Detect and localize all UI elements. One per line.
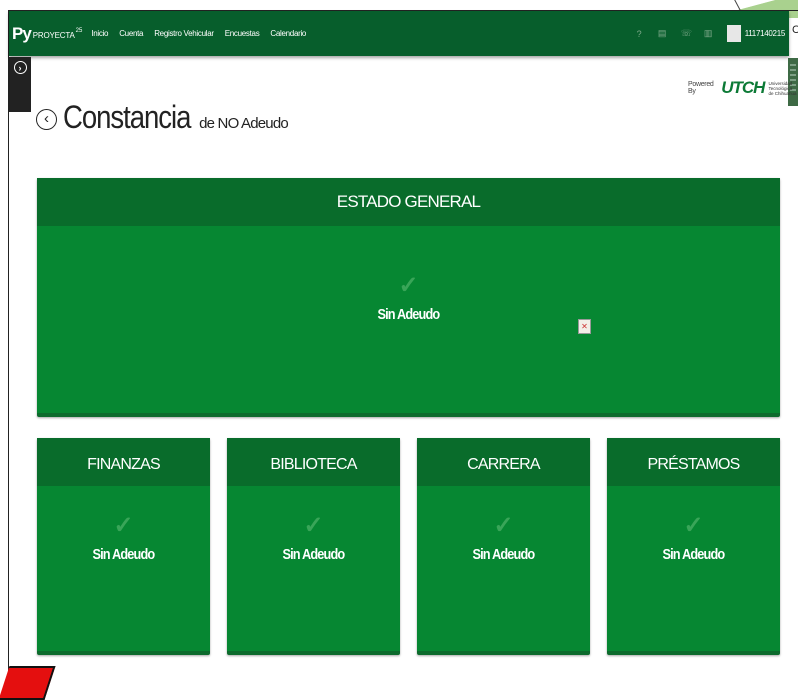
panel-prestamos: PRÉSTAMOS ✓ Sin Adeudo — [607, 438, 780, 655]
powered-by-text: Powered By — [688, 81, 714, 95]
document-icon[interactable]: ▤ — [658, 28, 667, 39]
red-annotation-shape — [0, 666, 56, 700]
panel-estado-general: ESTADO GENERAL ✓ Sin Adeudo ✕ — [37, 178, 780, 417]
back-arrow-circle-icon[interactable]: ‹ — [36, 109, 57, 130]
nav-links: Inicio Cuenta Registro Vehicular Encuest… — [91, 29, 306, 38]
nav-link-calendario[interactable]: Calendario — [270, 29, 306, 38]
nav-link-registro-vehicular[interactable]: Registro Vehicular — [154, 29, 214, 38]
panel-body: ✓ Sin Adeudo — [227, 486, 400, 564]
check-icon: ✓ — [398, 272, 419, 299]
user-id: 1117140215 — [744, 29, 786, 38]
nav-link-inicio[interactable]: Inicio — [91, 29, 108, 38]
panel-header: FINANZAS — [37, 438, 210, 486]
panel-body: ✓ Sin Adeudo — [37, 486, 210, 564]
panel-header: PRÉSTAMOS — [607, 438, 780, 486]
check-icon: ✓ — [683, 512, 704, 539]
status-text: Sin Adeudo — [472, 546, 536, 563]
panel-header: BIBLIOTECA — [227, 438, 400, 486]
brand-py: Py — [12, 23, 32, 43]
user-menu[interactable]: 1117140215 — [726, 25, 786, 42]
help-icon[interactable]: ? — [635, 29, 644, 39]
sidebar-toggle-button[interactable]: › — [9, 57, 31, 112]
panel-header: CARRERA — [417, 438, 590, 486]
panel-body: ✓ Sin Adeudo — [417, 486, 590, 564]
phone-icon[interactable]: ☏ — [681, 28, 692, 39]
nav-link-encuestas[interactable]: Encuestas — [225, 29, 260, 38]
utch-logo: UTCH — [721, 78, 765, 97]
status-text: Sin Adeudo — [282, 546, 346, 563]
check-icon: ✓ — [113, 512, 134, 539]
nav-clipped-text: C — [792, 24, 798, 36]
panel-finanzas: FINANZAS ✓ Sin Adeudo — [37, 438, 210, 655]
panel-biblioteca: BIBLIOTECA ✓ Sin Adeudo — [227, 438, 400, 655]
avatar — [726, 25, 741, 42]
arrow-right-circle-icon: › — [13, 61, 27, 74]
status-text: Sin Adeudo — [92, 546, 156, 563]
top-navbar: Py PROYECTA 25 Inicio Cuenta Registro Ve… — [9, 11, 789, 56]
panel-header: ESTADO GENERAL — [37, 178, 780, 226]
brand-name: PROYECTA — [32, 30, 75, 40]
brand-version: 25 — [75, 27, 83, 34]
page-title: ‹ Constancia de NO Adeudo — [36, 99, 289, 136]
status-text: Sin Adeudo — [662, 546, 726, 563]
panel-body: ✓ Sin Adeudo ✕ — [37, 226, 780, 334]
check-icon: ✓ — [303, 512, 324, 539]
powered-by-logo: Powered By UTCH Universidad Tecnológica … — [688, 78, 798, 98]
utch-caption: Universidad Tecnológica de Chihuahua — [768, 80, 797, 96]
panel-carrera: CARRERA ✓ Sin Adeudo — [417, 438, 590, 655]
status-text: Sin Adeudo — [377, 306, 441, 323]
broken-image-icon: ✕ — [578, 319, 591, 334]
page-title-subtitle: de NO Adeudo — [199, 115, 289, 132]
check-icon: ✓ — [493, 512, 514, 539]
trash-icon[interactable]: ▥ — [704, 28, 713, 39]
panel-body: ✓ Sin Adeudo — [607, 486, 780, 564]
page-title-main: Constancia — [63, 99, 191, 135]
nav-link-cuenta[interactable]: Cuenta — [119, 29, 143, 38]
brand-logo[interactable]: Py PROYECTA 25 — [12, 23, 83, 43]
nav-right: ? ▤ ☏ ▥ 1117140215 — [635, 25, 785, 42]
